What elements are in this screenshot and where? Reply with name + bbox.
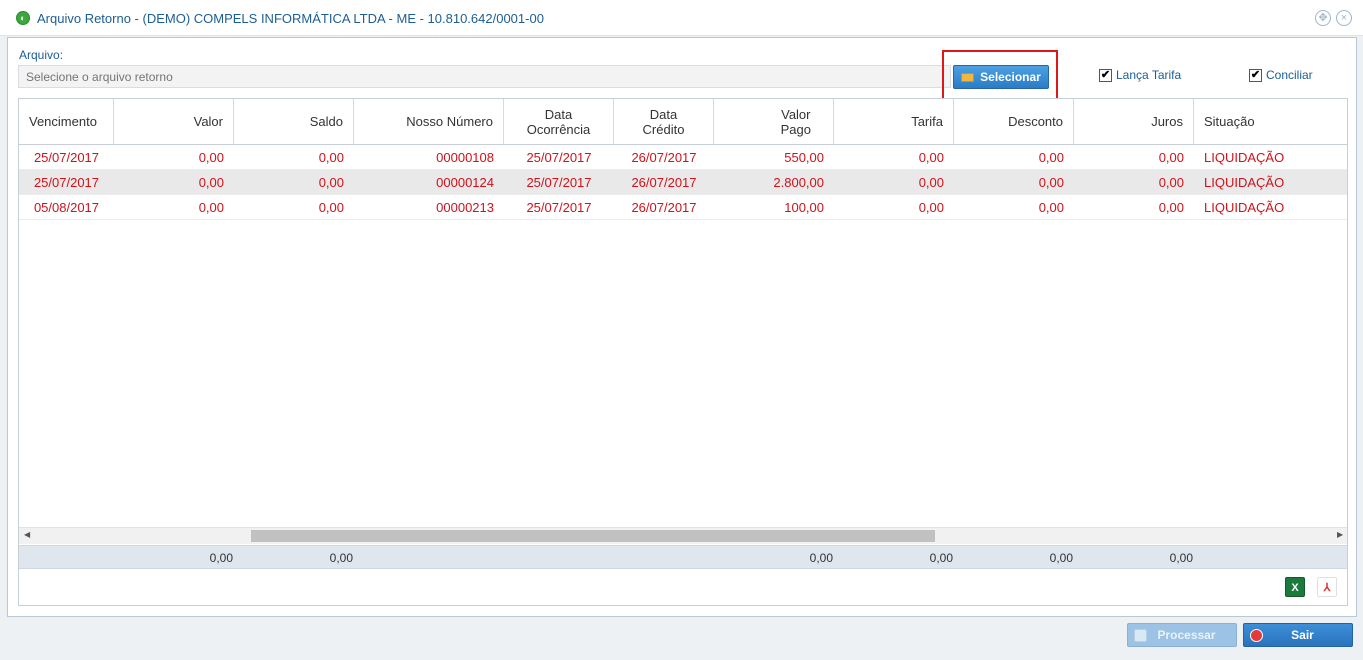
column-header-valor[interactable]: Valor	[114, 99, 234, 144]
cell-valor: 0,00	[198, 200, 224, 215]
cell-situacao: LIQUIDAÇÃO	[1204, 200, 1285, 215]
cell-data-credito: 26/07/2017	[631, 200, 697, 215]
scroll-right-icon[interactable]: ▶	[1337, 530, 1343, 539]
column-header-desconto[interactable]: Desconto	[954, 99, 1074, 144]
save-icon	[1134, 628, 1147, 642]
lanca-tarifa-label: Lança Tarifa	[1116, 68, 1182, 82]
cell-tarifa: 0,00	[918, 150, 944, 165]
grid-header: Vencimento Valor Saldo Nosso Número Data…	[19, 99, 1347, 145]
processar-label: Processar	[1157, 628, 1216, 642]
scrollbar-thumb[interactable]	[251, 530, 935, 542]
cell-juros: 0,00	[1158, 150, 1184, 165]
cell-data-ocorrencia: 25/07/2017	[526, 200, 592, 215]
title-bar: ◐ Arquivo Retorno - (DEMO) COMPELS INFOR…	[0, 0, 1363, 36]
cell-valor: 0,00	[198, 150, 224, 165]
column-header-data-credito[interactable]: Data Crédito	[614, 99, 714, 144]
cell-data-credito: 26/07/2017	[631, 175, 697, 190]
cell-valor-pago: 100,00	[784, 200, 824, 215]
file-input[interactable]	[18, 65, 951, 88]
restore-icon[interactable]: ✥	[1315, 10, 1331, 26]
column-header-nosso-numero[interactable]: Nosso Número	[354, 99, 504, 144]
column-header-juros[interactable]: Juros	[1074, 99, 1194, 144]
table-row[interactable]: 25/07/2017 0,00 0,00 00000108 25/07/2017…	[19, 145, 1347, 170]
total-tarifa: 0,00	[929, 551, 953, 565]
cell-saldo: 0,00	[318, 175, 344, 190]
folder-icon	[961, 72, 975, 82]
main-panel: Arquivo: Selecionar ✔ Lança Tarifa ✔ Con…	[7, 37, 1357, 617]
column-header-saldo[interactable]: Saldo	[234, 99, 354, 144]
cell-tarifa: 0,00	[918, 200, 944, 215]
cell-tarifa: 0,00	[918, 175, 944, 190]
conciliar-label: Conciliar	[1266, 68, 1313, 82]
column-header-situacao[interactable]: Situação	[1194, 99, 1347, 144]
scroll-left-icon[interactable]: ◀	[24, 530, 30, 539]
file-label: Arquivo:	[19, 48, 64, 62]
cell-vencimento: 25/07/2017	[33, 175, 100, 190]
column-header-valor-pago[interactable]: Valor Pago	[714, 99, 834, 144]
totals-row: 0,00 0,00 0,00 0,00 0,00 0,00	[19, 545, 1347, 569]
cell-data-ocorrencia: 25/07/2017	[526, 150, 592, 165]
table-row[interactable]: 05/08/2017 0,00 0,00 00000213 25/07/2017…	[19, 195, 1347, 220]
cell-vencimento: 25/07/2017	[33, 150, 100, 165]
cell-juros: 0,00	[1158, 200, 1184, 215]
total-desconto: 0,00	[1049, 551, 1073, 565]
cell-nosso-numero: 00000213	[436, 200, 494, 215]
select-file-button[interactable]: Selecionar	[953, 65, 1049, 89]
cell-data-credito: 26/07/2017	[631, 150, 697, 165]
processar-button[interactable]: Processar	[1127, 623, 1237, 647]
total-saldo: 0,00	[329, 551, 353, 565]
column-header-tarifa[interactable]: Tarifa	[834, 99, 954, 144]
results-grid: Vencimento Valor Saldo Nosso Número Data…	[18, 98, 1348, 606]
cell-saldo: 0,00	[318, 150, 344, 165]
checkbox-check-icon[interactable]: ✔	[1249, 68, 1262, 82]
exit-icon	[1250, 628, 1263, 642]
table-row[interactable]: 25/07/2017 0,00 0,00 00000124 25/07/2017…	[19, 170, 1347, 195]
horizontal-scrollbar[interactable]: ◀ ▶	[19, 527, 1347, 544]
column-header-data-ocorrencia[interactable]: Data Ocorrência	[504, 99, 614, 144]
column-header-vencimento[interactable]: Vencimento	[19, 99, 114, 144]
window-title: Arquivo Retorno - (DEMO) COMPELS INFORMÁ…	[37, 11, 544, 26]
cell-saldo: 0,00	[318, 200, 344, 215]
checkbox-check-icon[interactable]: ✔	[1099, 68, 1112, 82]
cell-desconto: 0,00	[1038, 150, 1064, 165]
sair-button[interactable]: Sair	[1243, 623, 1353, 647]
cell-vencimento: 05/08/2017	[33, 200, 100, 215]
lanca-tarifa-checkbox[interactable]: ✔ Lança Tarifa	[1099, 68, 1181, 82]
total-juros: 0,00	[1169, 551, 1193, 565]
select-file-label: Selecionar	[980, 70, 1041, 84]
cell-valor: 0,00	[198, 175, 224, 190]
cell-situacao: LIQUIDAÇÃO	[1204, 150, 1285, 165]
conciliar-checkbox[interactable]: ✔ Conciliar	[1249, 68, 1313, 82]
cell-nosso-numero: 00000124	[436, 175, 494, 190]
cell-valor-pago: 550,00	[784, 150, 824, 165]
sair-label: Sair	[1291, 628, 1314, 642]
total-valor: 0,00	[209, 551, 233, 565]
pdf-export-icon[interactable]: ⅄	[1317, 577, 1337, 597]
close-icon[interactable]: ×	[1336, 10, 1352, 26]
excel-export-icon[interactable]: X	[1285, 577, 1305, 597]
cell-data-ocorrencia: 25/07/2017	[526, 175, 592, 190]
cell-desconto: 0,00	[1038, 200, 1064, 215]
cell-valor-pago: 2.800,00	[773, 175, 824, 190]
cell-desconto: 0,00	[1038, 175, 1064, 190]
cell-situacao: LIQUIDAÇÃO	[1204, 175, 1285, 190]
cell-nosso-numero: 00000108	[436, 150, 494, 165]
app-icon: ◐	[16, 11, 30, 25]
total-valor-pago: 0,00	[809, 551, 833, 565]
cell-juros: 0,00	[1158, 175, 1184, 190]
